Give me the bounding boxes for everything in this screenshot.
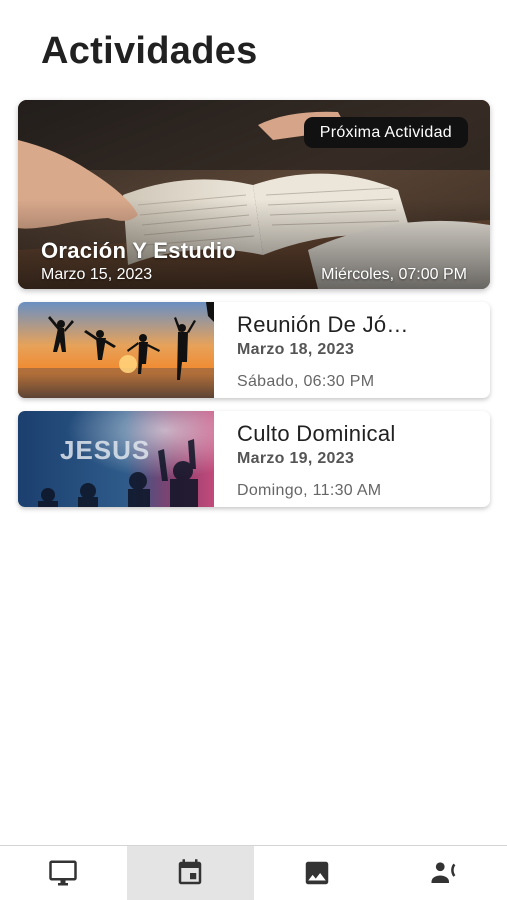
nav-item-gallery[interactable] — [254, 846, 381, 900]
activity-card[interactable]: JESUS Culto Dominical Marzo 19, 2023 Dom… — [18, 411, 490, 507]
nav-item-monitor[interactable] — [0, 846, 127, 900]
monitor-icon — [49, 860, 78, 886]
calendar-icon — [178, 859, 202, 885]
next-activity-badge: Próxima Actividad — [303, 117, 468, 148]
activity-time: Domingo, 11:30 AM — [237, 482, 382, 499]
activity-date: Marzo 18, 2023 — [237, 341, 355, 358]
featured-activity-card[interactable]: Próxima Actividad Oración Y Estudio Marz… — [18, 100, 490, 289]
activity-card[interactable]: Reunión De Jó… Marzo 18, 2023 Sábado, 06… — [18, 302, 490, 398]
image-overlay-text: JESUS — [60, 435, 150, 465]
activity-time: Sábado, 06:30 PM — [237, 373, 375, 390]
bottom-navigation — [0, 845, 507, 900]
contact-phone-icon — [431, 862, 455, 883]
nav-item-contact[interactable] — [380, 846, 507, 900]
page-title: Actividades — [41, 30, 258, 72]
activity-date: Marzo 19, 2023 — [237, 450, 355, 467]
featured-time: Miércoles, 07:00 PM — [321, 266, 467, 283]
youth-sunset-image — [18, 302, 214, 398]
image-icon — [305, 861, 329, 885]
worship-jesus-image: JESUS — [18, 411, 214, 507]
featured-date: Marzo 15, 2023 — [41, 266, 153, 283]
featured-title: Oración Y Estudio — [41, 238, 237, 263]
activity-title: Culto Dominical — [237, 421, 396, 446]
nav-item-calendar[interactable] — [126, 846, 254, 900]
activity-title: Reunión De Jó… — [237, 312, 409, 337]
